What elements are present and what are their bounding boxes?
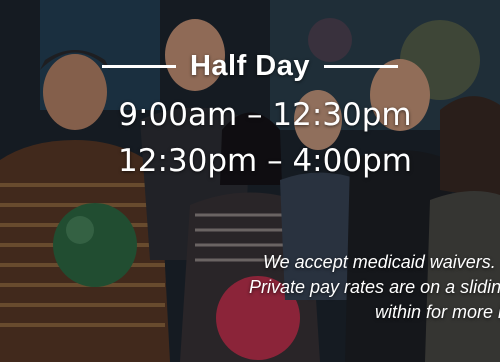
time-slots: 9:00am – 12:30pm 12:30pm – 4:00pm — [0, 92, 500, 184]
note-more-info: within for more info. — [375, 302, 500, 322]
time-slot-morning: 9:00am – 12:30pm — [118, 97, 412, 133]
hero-banner: Half Day 9:00am – 12:30pm 12:30pm – 4:00… — [0, 0, 500, 362]
note-private-pay: Private pay rates are on a sliding scale — [249, 277, 500, 297]
time-slot-afternoon: 12:30pm – 4:00pm — [118, 143, 412, 179]
section-heading: Half Day — [189, 50, 311, 82]
heading-rule-left — [101, 65, 176, 68]
note-medicaid: We accept medicaid waivers. — [263, 252, 496, 272]
heading-rule-right — [324, 65, 399, 68]
info-notes: We accept medicaid waivers. Private pay … — [200, 250, 500, 330]
heading-row: Half Day — [0, 50, 500, 83]
